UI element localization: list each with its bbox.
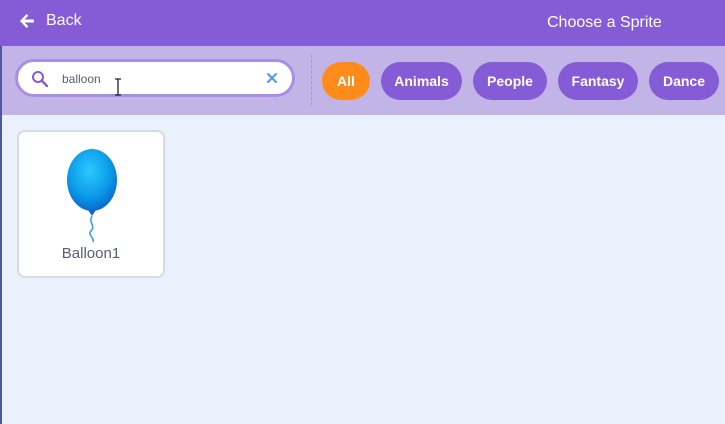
header-bar: Back Choose a Sprite bbox=[0, 0, 725, 46]
tag-fantasy[interactable]: Fantasy bbox=[558, 62, 638, 100]
filter-bar: All Animals People Fantasy Dance bbox=[0, 46, 725, 115]
back-button[interactable]: Back bbox=[18, 12, 82, 30]
text-cursor-icon bbox=[115, 78, 121, 96]
clear-search-icon[interactable] bbox=[264, 70, 280, 86]
window-edge bbox=[0, 46, 2, 424]
search-box bbox=[15, 59, 295, 97]
tag-animals[interactable]: Animals bbox=[381, 62, 462, 100]
search-icon bbox=[32, 71, 49, 88]
tag-all[interactable]: All bbox=[322, 62, 370, 100]
sprite-name: Balloon1 bbox=[61, 245, 121, 262]
tag-people[interactable]: People bbox=[473, 62, 547, 100]
filter-divider bbox=[311, 55, 312, 105]
tag-dance[interactable]: Dance bbox=[649, 62, 719, 100]
back-arrow-icon bbox=[20, 14, 34, 28]
page-title: Choose a Sprite bbox=[547, 14, 662, 31]
sprite-card[interactable]: Balloon1 bbox=[17, 130, 165, 278]
balloon-icon bbox=[67, 149, 117, 243]
search-input[interactable] bbox=[62, 68, 262, 90]
back-label: Back bbox=[46, 12, 82, 29]
